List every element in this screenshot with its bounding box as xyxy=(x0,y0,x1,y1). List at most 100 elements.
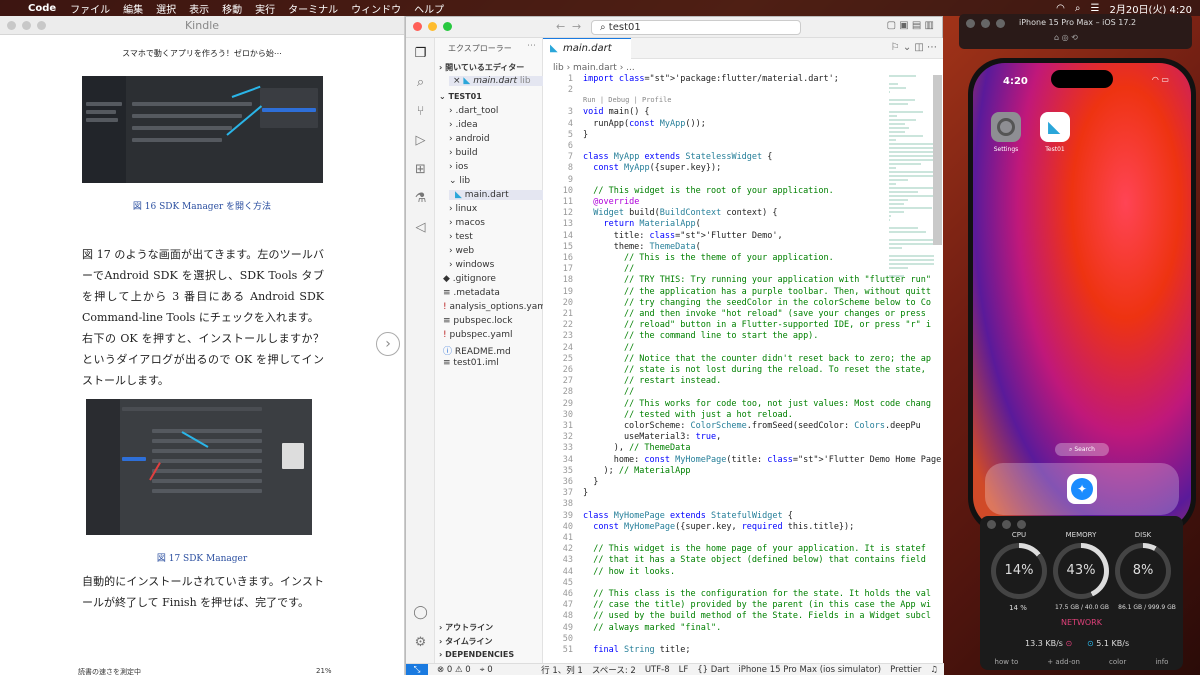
minimize-button[interactable] xyxy=(981,19,990,28)
code-line[interactable]: class MyApp extends StatelessWidget { xyxy=(583,152,772,162)
code-line[interactable]: // restart instead. xyxy=(583,376,721,386)
search-icon[interactable]: ⌕ xyxy=(413,75,428,90)
code-line[interactable]: ), // ThemeData xyxy=(583,443,691,453)
tree-item[interactable]: › windows xyxy=(449,260,494,270)
source-control-icon[interactable]: ⑂ xyxy=(413,104,428,119)
notifications-icon[interactable]: ♫ xyxy=(930,665,938,675)
minimize-button[interactable] xyxy=(22,21,31,30)
dependencies-section[interactable]: › DEPENDENCIES xyxy=(439,650,514,659)
run-debug-icon[interactable]: ▷ xyxy=(413,133,428,148)
menu-help[interactable]: ヘルプ xyxy=(414,1,444,16)
code-line[interactable]: // xyxy=(583,264,634,274)
zoom-button[interactable] xyxy=(1017,520,1026,529)
code-line[interactable]: // that it has a State object (defined b… xyxy=(583,555,926,565)
editor-scrollbar[interactable] xyxy=(933,75,942,245)
tab-add-on[interactable]: + add-on xyxy=(1047,658,1080,670)
code-line[interactable]: // used by the build method of the State… xyxy=(583,611,931,621)
tab-info[interactable]: info xyxy=(1155,658,1168,670)
testing-icon[interactable]: ⚗ xyxy=(413,191,428,206)
nav-forward-icon[interactable]: → xyxy=(572,20,581,33)
code-line[interactable]: // and then invoke "hot reload" (save yo… xyxy=(583,309,926,319)
tree-item[interactable]: ≡ test01.iml xyxy=(443,358,499,368)
tree-item[interactable]: ≡ .metadata xyxy=(443,288,500,298)
cursor-position[interactable]: 行 1、列 1 xyxy=(541,664,583,675)
tree-item[interactable]: ! pubspec.yaml xyxy=(443,330,512,340)
code-line[interactable]: // This widget is the root of your appli… xyxy=(583,186,834,196)
flutter-icon[interactable]: ◁ xyxy=(413,220,428,235)
tab-how-to[interactable]: how to xyxy=(995,658,1019,670)
open-editors-section[interactable]: › 開いているエディター xyxy=(439,62,524,73)
menu-selection[interactable]: 選択 xyxy=(156,1,176,16)
tree-item[interactable]: › .dart_tool xyxy=(449,106,498,116)
code-line[interactable]: } xyxy=(583,488,588,498)
code-line[interactable]: import class="st">'package:flutter/mater… xyxy=(583,74,839,84)
timeline-section[interactable]: › タイムライン xyxy=(439,636,493,647)
project-section[interactable]: ⌄ TEST01 xyxy=(439,92,482,101)
tree-item[interactable]: › web xyxy=(449,246,474,256)
open-editor-main-dart[interactable]: × ◣ main.dart lib xyxy=(449,76,543,86)
code-line[interactable]: // try changing the seedColor in the col… xyxy=(583,298,931,308)
code-line[interactable]: theme: ThemeData( xyxy=(583,242,701,252)
tree-item[interactable]: › .idea xyxy=(449,120,478,130)
tree-item[interactable]: › build xyxy=(449,148,478,158)
codelens[interactable]: Run | Debug | Profile xyxy=(583,96,672,104)
code-line[interactable]: // state is not lost during the reload. … xyxy=(583,365,926,375)
code-line[interactable]: // This class is the configuration for t… xyxy=(583,589,931,599)
safari-app-icon[interactable]: ✦ xyxy=(1067,474,1097,504)
layout-icons[interactable]: ▢ ▣ ▤ ▥ xyxy=(887,20,934,31)
code-line[interactable]: colorScheme: ColorScheme.fromSeed(seedCo… xyxy=(583,421,921,431)
menu-go[interactable]: 移動 xyxy=(222,1,242,16)
code-line[interactable]: // how it looks. xyxy=(583,567,675,577)
tree-item[interactable]: › linux xyxy=(449,204,477,214)
tab-color[interactable]: color xyxy=(1109,658,1126,670)
settings-app-icon[interactable] xyxy=(991,112,1021,142)
minimize-button[interactable] xyxy=(1002,520,1011,529)
tree-item[interactable]: ⓘ README.md xyxy=(443,344,511,357)
code-line[interactable]: runApp(const MyApp()); xyxy=(583,119,706,129)
tree-item[interactable]: ≡ pubspec.lock xyxy=(443,316,512,326)
nav-back-icon[interactable]: ← xyxy=(556,20,565,33)
tree-item[interactable]: › android xyxy=(449,134,490,144)
search-icon[interactable]: ⌕ xyxy=(1075,3,1081,14)
tree-item[interactable]: ! analysis_options.yaml xyxy=(443,302,549,312)
tree-item[interactable]: ⌄ lib xyxy=(449,176,470,186)
code-line[interactable]: Widget build(BuildContext context) { xyxy=(583,208,777,218)
code-line[interactable]: const MyHomePage({super.key, required th… xyxy=(583,522,854,532)
settings-gear-icon[interactable]: ⚙ xyxy=(413,635,428,650)
zoom-button[interactable] xyxy=(443,22,452,31)
tree-item[interactable]: › test xyxy=(449,232,473,242)
next-page-button[interactable]: › xyxy=(376,332,400,356)
breadcrumb[interactable]: lib › main.dart › ... xyxy=(553,63,635,73)
menu-terminal[interactable]: ターミナル xyxy=(288,1,338,16)
language-mode[interactable]: {} Dart xyxy=(697,665,729,675)
code-line[interactable]: // tested with just a hot reload. xyxy=(583,410,793,420)
code-line[interactable]: title: class="st">'Flutter Demo', xyxy=(583,231,783,241)
account-icon[interactable]: ◯ xyxy=(413,605,428,620)
test01-app-icon[interactable]: ◣ xyxy=(1040,112,1070,142)
close-button[interactable] xyxy=(7,21,16,30)
code-line[interactable]: // This widget is the home page of your … xyxy=(583,544,926,554)
code-line[interactable]: // Notice that the counter didn't reset … xyxy=(583,354,931,364)
remote-icon[interactable]: ⤡ xyxy=(406,663,428,675)
editor-actions-icon[interactable]: ⚐ ⌄ ◫ ⋯ xyxy=(891,42,937,53)
wifi-icon[interactable]: ◠ xyxy=(1056,3,1065,14)
zoom-button[interactable] xyxy=(37,21,46,30)
menu-app-name[interactable]: Code xyxy=(28,3,56,14)
code-line[interactable]: // case the title) provided by the paren… xyxy=(583,600,931,610)
code-line[interactable]: void main() { xyxy=(583,107,650,117)
code-line[interactable]: } xyxy=(583,130,588,140)
encoding[interactable]: UTF-8 xyxy=(645,665,670,675)
menu-file[interactable]: ファイル xyxy=(70,1,110,16)
code-line[interactable]: class MyHomePage extends StatefulWidget … xyxy=(583,511,793,521)
close-button[interactable] xyxy=(413,22,422,31)
tab-main-dart[interactable]: ◣ main.dart xyxy=(543,38,631,59)
code-line[interactable]: // This works for code too, not just val… xyxy=(583,399,931,409)
menu-window[interactable]: ウィンドウ xyxy=(351,1,401,16)
flutter-device[interactable]: iPhone 15 Pro Max (ios simulator) xyxy=(738,665,881,675)
line-ending[interactable]: LF xyxy=(679,665,689,675)
code-line[interactable]: final String title; xyxy=(583,645,690,655)
control-center-icon[interactable]: ☰ xyxy=(1091,3,1100,14)
tree-item[interactable]: ◆ .gitignore xyxy=(443,274,496,284)
simulator-toolbar-icons[interactable]: ⌂ ◎ ⟲ xyxy=(1054,33,1078,42)
code-line[interactable]: home: const MyHomePage(title: class="st"… xyxy=(583,455,943,465)
